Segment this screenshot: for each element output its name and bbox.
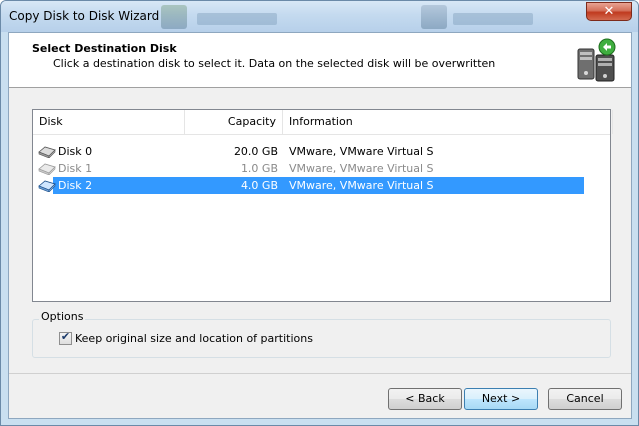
disk-drive-icon (38, 146, 56, 158)
background-ghost-label (197, 13, 277, 25)
next-button[interactable]: Next > (464, 388, 538, 410)
keep-size-checkbox-label[interactable]: Keep original size and location of parti… (75, 332, 313, 345)
disk-information: VMware, VMware Virtual S (289, 162, 434, 175)
page-subtitle: Click a destination disk to select it. D… (53, 57, 496, 70)
disk-name: Disk 2 (58, 179, 93, 192)
divider (9, 373, 631, 374)
cancel-button[interactable]: Cancel (548, 388, 622, 410)
column-header-capacity[interactable]: Capacity (185, 110, 283, 134)
disk-capacity: 20.0 GB (233, 145, 278, 158)
disk-name: Disk 1 (58, 162, 93, 175)
close-button[interactable]: ✕ (586, 2, 632, 21)
disk-capacity: 1.0 GB (240, 162, 278, 175)
disk-copy-icon (577, 38, 616, 82)
list-header: Disk Capacity Information (33, 110, 613, 135)
disk-information: VMware, VMware Virtual S (289, 145, 434, 158)
checkmark-icon: ✔ (60, 330, 71, 343)
disk-row-0[interactable]: Disk 0 20.0 GB VMware, VMware Virtual S (33, 143, 585, 160)
close-icon: ✕ (603, 4, 615, 19)
background-ghost-icon (421, 5, 447, 29)
options-group-label: Options (39, 310, 86, 323)
background-ghost-label (453, 13, 533, 25)
page-title: Select Destination Disk (32, 42, 177, 55)
disk-list[interactable]: Disk Capacity Information Disk 0 20.0 GB… (32, 109, 613, 302)
disk-information: VMware, VMware Virtual S (289, 179, 434, 192)
background-ghost-icon (161, 5, 187, 29)
disk-row-2[interactable]: Disk 2 4.0 GB VMware, VMware Virtual S (33, 177, 585, 194)
wizard-client-area: Select Destination Disk Click a destinat… (8, 32, 632, 419)
disk-drive-icon (38, 180, 56, 192)
title-bar[interactable]: Copy Disk to Disk Wizard ✕ (1, 1, 638, 32)
back-button[interactable]: < Back (388, 388, 462, 410)
disk-name: Disk 0 (58, 145, 93, 158)
wizard-window: Copy Disk to Disk Wizard ✕ Select Destin… (0, 0, 639, 426)
window-title: Copy Disk to Disk Wizard (9, 9, 160, 23)
keep-size-checkbox[interactable]: ✔ (59, 330, 72, 345)
wizard-header: Select Destination Disk Click a destinat… (9, 33, 631, 88)
column-header-disk[interactable]: Disk (33, 110, 185, 134)
column-header-information[interactable]: Information (283, 110, 613, 134)
disk-row-1[interactable]: Disk 1 1.0 GB VMware, VMware Virtual S (33, 160, 585, 177)
disk-drive-icon (38, 163, 56, 175)
disk-capacity: 4.0 GB (240, 179, 278, 192)
